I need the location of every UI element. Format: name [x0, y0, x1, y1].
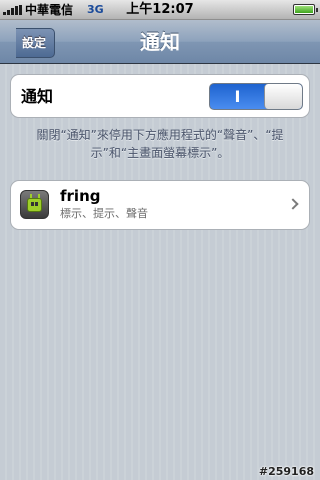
switch-knob[interactable]: [264, 84, 302, 109]
status-time: 上午12:07: [126, 2, 194, 17]
status-bar: 中華電信 3G 上午12:07: [0, 0, 320, 20]
page-title: 通知: [140, 30, 180, 54]
back-button-label: 設定: [22, 36, 47, 50]
fring-app-icon: [20, 190, 49, 219]
app-notification-types: 標示、提示、聲音: [60, 207, 148, 220]
back-button[interactable]: 設定: [16, 28, 56, 58]
switch-on-label: I: [234, 87, 241, 106]
app-list-item-fring[interactable]: fring 標示、提示、聲音: [10, 180, 310, 230]
navigation-bar: 設定 通知: [0, 20, 320, 64]
notifications-footer-note: 關閉“通知”來停用下方應用程式的“聲音”、“提示”和“主畫面螢幕標示”。: [36, 128, 284, 160]
notifications-toggle-label: 通知: [21, 87, 54, 106]
notifications-switch[interactable]: I: [209, 83, 303, 110]
chevron-right-icon: [287, 198, 299, 210]
notifications-toggle-cell: 通知 I: [10, 74, 310, 118]
app-name: fring: [60, 187, 101, 205]
watermark-id: #259168: [258, 465, 314, 478]
battery-icon: [293, 4, 318, 15]
